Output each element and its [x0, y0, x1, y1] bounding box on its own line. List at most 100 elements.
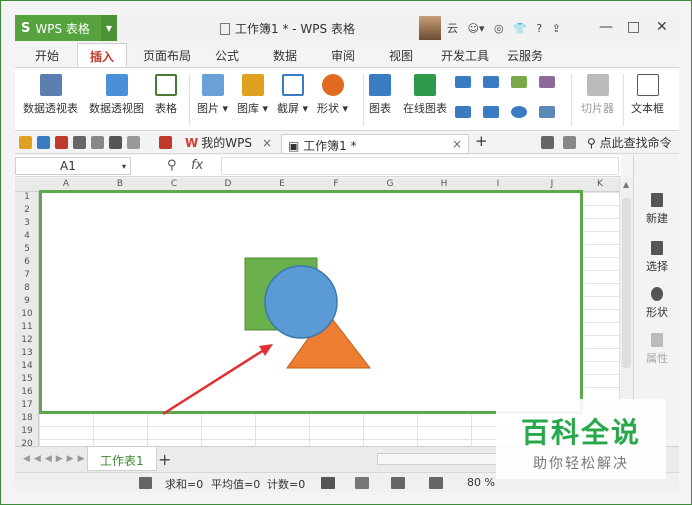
- app-menu-caret-icon[interactable]: ▼: [101, 15, 117, 41]
- tab-page-layout[interactable]: 页面布局: [143, 47, 191, 64]
- line-chart-icon[interactable]: [511, 76, 527, 88]
- open-icon[interactable]: [19, 136, 32, 149]
- ribbon-divider: [623, 74, 624, 126]
- side-select-label: 选择: [646, 260, 668, 273]
- gallery-label: 图库 ▾: [237, 102, 269, 115]
- table-icon: [155, 74, 177, 96]
- document-title: 工作簿1 * - WPS 表格: [220, 20, 355, 37]
- tab-cloud-service[interactable]: 云服务: [507, 47, 543, 64]
- pivot-table-button[interactable]: 数据透视表: [23, 74, 78, 116]
- tab-my-wps[interactable]: W 我的WPS ×: [185, 134, 272, 151]
- slicer-button[interactable]: 切片器: [581, 74, 614, 116]
- red-arrowhead: [259, 344, 273, 356]
- skin-icon[interactable]: ◎: [494, 22, 504, 35]
- blue-circle-shape[interactable]: [264, 265, 338, 339]
- online-chart-button[interactable]: 在线图表: [403, 74, 447, 116]
- sheet-tab-active[interactable]: 工作表1: [87, 447, 157, 471]
- print-icon[interactable]: [73, 136, 86, 149]
- tab-developer[interactable]: 开发工具: [441, 47, 489, 64]
- avatar[interactable]: [419, 16, 441, 40]
- picture-button[interactable]: 图片 ▾: [197, 74, 228, 116]
- gallery-icon: [241, 74, 264, 96]
- pin-icon[interactable]: [563, 136, 576, 149]
- app-name: WPS 表格: [35, 21, 90, 36]
- tab-list-icon[interactable]: [541, 136, 554, 149]
- title-bar-tools: 云 ☺▾ ◎ 👕 ? ⇪: [447, 20, 567, 36]
- tab-review[interactable]: 审阅: [331, 47, 355, 64]
- close-icon[interactable]: ×: [452, 137, 462, 151]
- tab-insert[interactable]: 插入: [77, 43, 128, 67]
- tab-home[interactable]: 开始: [35, 47, 59, 64]
- sheet-nav-arrows-icon[interactable]: ◀◀◀▶▶▶: [23, 454, 89, 464]
- upload-icon[interactable]: ⇪: [552, 22, 561, 35]
- side-properties-button[interactable]: 属性: [634, 333, 680, 366]
- user-menu-icon[interactable]: ☺▾: [468, 22, 485, 35]
- command-search[interactable]: ⚲ 点此查找命令: [587, 134, 672, 151]
- export-pdf-icon[interactable]: [55, 136, 68, 149]
- pivot-chart-button[interactable]: 数据透视图: [89, 74, 144, 116]
- sheet-status-icon[interactable]: [139, 477, 152, 489]
- formula-input[interactable]: [221, 157, 619, 175]
- maximize-button[interactable]: □: [627, 19, 640, 35]
- close-button[interactable]: ✕: [656, 19, 668, 35]
- textbox-icon: [636, 74, 659, 96]
- normal-view-icon[interactable]: [321, 477, 335, 489]
- zoom-level[interactable]: 80 %: [467, 476, 495, 489]
- more-icon[interactable]: [127, 136, 140, 149]
- minimize-button[interactable]: —: [599, 19, 613, 35]
- screenshot-icon: [281, 74, 304, 96]
- tab-data[interactable]: 数据: [273, 47, 297, 64]
- reading-view-icon[interactable]: [391, 477, 405, 489]
- shirt-icon[interactable]: 👕: [513, 22, 527, 35]
- stock-chart-icon[interactable]: [483, 106, 499, 118]
- formula-bar: A1 ▾ ⚲ fx: [15, 155, 621, 177]
- side-select-button[interactable]: 选择: [634, 241, 680, 274]
- help-icon[interactable]: ?: [536, 22, 542, 35]
- fx-button[interactable]: fx: [191, 158, 203, 173]
- screenshot-button[interactable]: 截屏 ▾: [277, 74, 308, 116]
- side-shape-button[interactable]: 形状: [634, 287, 680, 320]
- ribbon-panel: 数据透视表 数据透视图 表格 图片 ▾ 图库 ▾ 截屏 ▾ 形状 ▾ 图表 在线…: [15, 67, 679, 131]
- chart-button[interactable]: 图表: [369, 74, 391, 116]
- area-chart-icon[interactable]: [455, 106, 471, 118]
- zoom-icon[interactable]: ⚲: [167, 158, 177, 173]
- tab-workbook1[interactable]: ▣ 工作簿1 * ×: [281, 134, 469, 154]
- textbox-button[interactable]: 文本框: [631, 74, 664, 116]
- red-arrow-line: [162, 346, 268, 416]
- page-break-view-icon[interactable]: [355, 477, 369, 489]
- table-button[interactable]: 表格: [155, 74, 177, 116]
- new-tab-button[interactable]: +: [475, 132, 488, 150]
- quick-access-bar: W 我的WPS × ▣ 工作簿1 * × + ⚲ 点此查找命令: [15, 132, 679, 154]
- side-new-button[interactable]: 新建: [634, 193, 680, 226]
- undo-icon[interactable]: [109, 136, 122, 149]
- chevron-down-icon[interactable]: ▾: [122, 159, 126, 175]
- column-chart-icon[interactable]: [455, 76, 471, 88]
- print-preview-icon[interactable]: [91, 136, 104, 149]
- add-sheet-button[interactable]: +: [158, 450, 171, 469]
- slicer-icon: [586, 74, 609, 96]
- user-name[interactable]: 云: [447, 22, 458, 35]
- tab-formulas[interactable]: 公式: [215, 47, 239, 64]
- gallery-button[interactable]: 图库 ▾: [237, 74, 268, 116]
- scatter-chart-icon[interactable]: [539, 106, 555, 118]
- radar-chart-icon[interactable]: [539, 76, 555, 88]
- watermark-logo: 百科全说 助你轻松解决: [496, 399, 666, 479]
- pivot-chart-label: 数据透视图: [89, 102, 144, 115]
- horizontal-scrollbar[interactable]: [377, 453, 497, 465]
- pie-chart-icon[interactable]: [511, 106, 527, 118]
- close-icon[interactable]: ×: [262, 136, 272, 150]
- customize-icon[interactable]: [159, 136, 172, 149]
- eye-protect-icon[interactable]: [429, 477, 443, 489]
- online-chart-icon: [414, 74, 436, 96]
- save-icon[interactable]: [37, 136, 50, 149]
- shape-button[interactable]: 形状 ▾: [317, 74, 348, 116]
- app-menu-button[interactable]: S WPS 表格 ▼: [15, 15, 117, 41]
- scroll-up-icon[interactable]: ▲: [623, 180, 629, 189]
- scrollbar-thumb[interactable]: [622, 198, 631, 368]
- bar-chart-icon[interactable]: [483, 76, 499, 88]
- table-label: 表格: [155, 102, 177, 115]
- name-box[interactable]: A1 ▾: [15, 157, 131, 175]
- wps-w-icon: W: [185, 136, 199, 150]
- picture-label: 图片 ▾: [197, 102, 229, 115]
- tab-view[interactable]: 视图: [389, 47, 413, 64]
